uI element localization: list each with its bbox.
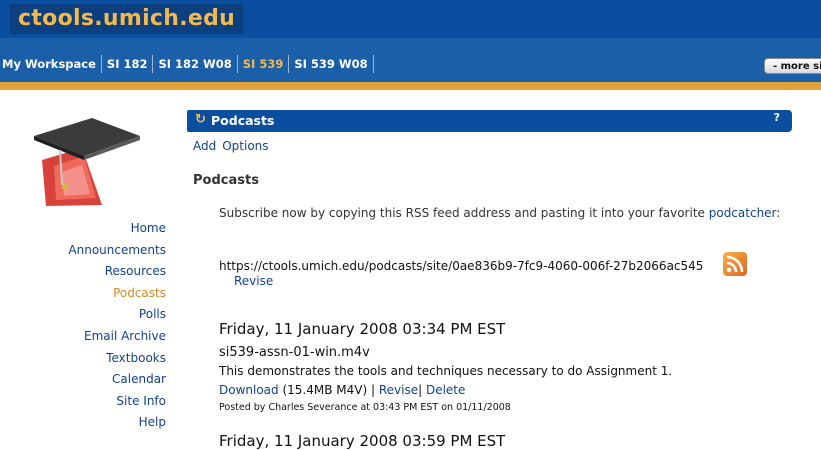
- add-link[interactable]: Add: [193, 139, 216, 153]
- nav-home[interactable]: Home: [40, 218, 166, 240]
- graduation-cap-logo: [34, 118, 140, 206]
- podcast-description: This demonstrates the tools and techniqu…: [219, 364, 673, 378]
- nav-textbooks[interactable]: Textbooks: [40, 348, 166, 370]
- options-link[interactable]: Options: [222, 139, 268, 153]
- action-separator: |: [418, 383, 426, 397]
- subscribe-suffix: :: [776, 206, 781, 220]
- nav-resources[interactable]: Resources: [40, 261, 166, 283]
- download-link[interactable]: Download: [219, 383, 279, 397]
- tab-si-182[interactable]: SI 182: [102, 55, 154, 73]
- subscribe-instructions: Subscribe now by copying this RSS feed a…: [219, 206, 780, 220]
- podcast-date: Friday, 11 January 2008 03:34 PM EST: [219, 320, 506, 338]
- nav-email-archive[interactable]: Email Archive: [40, 326, 166, 348]
- tab-bar-accent-strip: [0, 82, 821, 90]
- revise-feed-link[interactable]: Revise: [234, 274, 273, 288]
- refresh-icon[interactable]: ↻: [195, 112, 206, 127]
- podcast-posted-info: Posted by Charles Severance at 03:43 PM …: [219, 402, 511, 413]
- portlet-toolbar: Add Options: [193, 139, 275, 153]
- nav-site-info[interactable]: Site Info: [40, 391, 166, 413]
- revise-podcast-link[interactable]: Revise: [379, 383, 418, 397]
- portlet-title: Podcasts: [211, 113, 275, 128]
- rss-feed-icon[interactable]: [723, 252, 747, 276]
- page-heading: Podcasts: [193, 173, 259, 188]
- tab-si-539-w08[interactable]: SI 539 W08: [289, 55, 374, 73]
- nav-podcasts[interactable]: Podcasts: [40, 283, 166, 305]
- help-icon[interactable]: ?: [774, 110, 780, 126]
- nav-polls[interactable]: Polls: [40, 304, 166, 326]
- subscribe-text: Subscribe now by copying this RSS feed a…: [219, 206, 705, 220]
- nav-help[interactable]: Help: [40, 412, 166, 434]
- site-title[interactable]: ctools.umich.edu: [10, 4, 244, 34]
- more-sites-button[interactable]: - more sites: [764, 58, 821, 74]
- tab-si-539[interactable]: SI 539: [238, 55, 290, 73]
- nav-announcements[interactable]: Announcements: [40, 240, 166, 262]
- podcatcher-link[interactable]: podcatcher: [709, 206, 777, 220]
- tab-my-workspace[interactable]: My Workspace: [0, 55, 102, 73]
- podcast-actions: Download (15.4MB M4V) | Revise| Delete: [219, 383, 465, 397]
- site-tabs: My Workspace SI 182 SI 182 W08 SI 539 SI 539…: [0, 55, 374, 73]
- tab-si-182-w08[interactable]: SI 182 W08: [153, 55, 238, 73]
- feed-url: https://ctools.umich.edu/podcasts/site/0…: [219, 259, 704, 273]
- podcast-filename: si539-assn-01-win.m4v: [219, 345, 370, 360]
- site-header: ctools.umich.edu: [0, 0, 821, 38]
- next-podcast-date: Friday, 11 January 2008 03:59 PM EST: [219, 432, 506, 450]
- portlet-title-bar: ↻ Podcasts ?: [187, 110, 792, 132]
- delete-podcast-link[interactable]: Delete: [426, 383, 465, 397]
- file-size-info: (15.4MB M4V) |: [278, 383, 379, 397]
- nav-calendar[interactable]: Calendar: [40, 369, 166, 391]
- tool-menu: Home Announcements Resources Podcasts Po…: [40, 218, 166, 434]
